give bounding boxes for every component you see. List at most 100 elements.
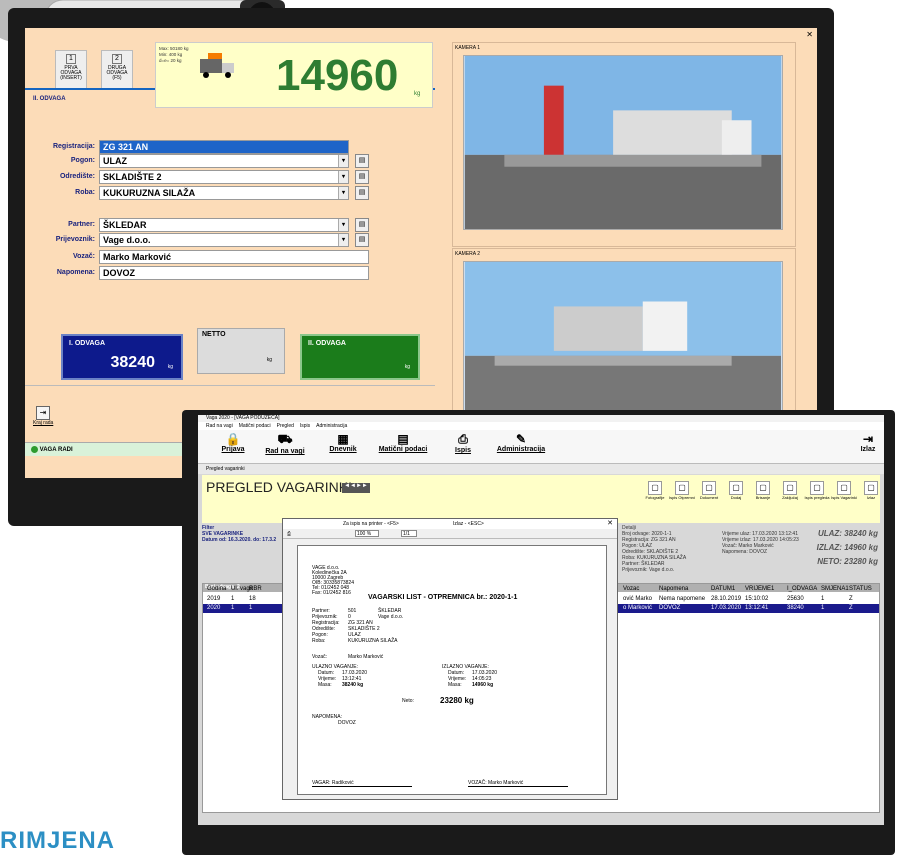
divider bbox=[25, 385, 435, 386]
detail-mid: Vrijeme ulaz: 17.03.2020 13:12:41 Vrijeme… bbox=[722, 531, 799, 555]
dropdown-arrow-icon[interactable]: ▾ bbox=[338, 187, 348, 199]
toolbar-button[interactable]: ▦ Dnevnik bbox=[318, 432, 368, 462]
kraj-rada-button[interactable]: ⇥ Kraj rada bbox=[33, 406, 53, 436]
tool-button[interactable]: ▢Ispis Otpremnica bbox=[669, 481, 695, 509]
detail-line: Napomena: DOVOZ bbox=[722, 549, 768, 555]
lookup-icon[interactable]: ▤ bbox=[355, 233, 369, 247]
lookup-icon[interactable]: ▤ bbox=[355, 154, 369, 168]
field-input[interactable]: ZG 321 AN bbox=[99, 140, 349, 154]
toolbar-button[interactable]: ✎ Administracija bbox=[496, 432, 546, 462]
toolbar-label: Matični podaci bbox=[378, 446, 428, 453]
table-cell: 1 bbox=[231, 596, 235, 602]
filter-info: Filter SVE VAGARINKE Datum od: 16.3.2020. … bbox=[202, 525, 277, 543]
lookup-icon[interactable]: ▤ bbox=[355, 170, 369, 184]
print-preview-window: Za ispis na printer - <F5> Izlaz - <ESC>… bbox=[282, 518, 618, 800]
page-input[interactable]: 1/1 bbox=[401, 530, 417, 537]
toolbar-icon: ▦ bbox=[337, 432, 349, 446]
dropdown-arrow-icon[interactable]: ▾ bbox=[338, 219, 348, 231]
column-header[interactable]: STATUS bbox=[849, 586, 872, 592]
toolbar-label: Dnevnik bbox=[329, 446, 357, 453]
menu-item[interactable]: Pregled bbox=[277, 423, 294, 429]
field-label: Pogon: bbox=[70, 157, 95, 164]
tool-button[interactable]: ▢ Fotografije bbox=[642, 481, 668, 509]
first-weigh-button[interactable]: 1 PRVA ODVAGA (INSERT) bbox=[55, 50, 87, 90]
table-cell: 1 bbox=[821, 596, 825, 602]
field-label: Napomena: bbox=[56, 269, 95, 276]
field-value: ZG 321 AN bbox=[103, 142, 149, 152]
tool-button[interactable]: ▢ Dodaj bbox=[723, 481, 749, 509]
column-header[interactable]: RBR bbox=[249, 586, 262, 592]
table-cell: 25630 bbox=[787, 596, 804, 602]
tool-icon: ▢ bbox=[864, 481, 878, 495]
field-input[interactable]: Vage d.o.o. ▾ bbox=[99, 233, 349, 247]
toolbar-label: Ispis bbox=[455, 447, 471, 454]
tool-label: Brisanje bbox=[755, 495, 771, 500]
tool-button[interactable]: ▢ Izlaz bbox=[858, 481, 884, 509]
close-icon[interactable]: ✕ bbox=[806, 30, 813, 39]
close-icon[interactable]: ✕ bbox=[607, 519, 613, 527]
info-cell: Roba: bbox=[312, 638, 326, 644]
toolbar-label: Administracija bbox=[496, 446, 546, 453]
table-cell: 15:10:02 bbox=[745, 596, 769, 602]
column-header[interactable]: DATUM1 bbox=[711, 586, 735, 592]
info-cell: Vage d.o.o. bbox=[378, 614, 404, 620]
field-input[interactable]: SKLADIŠTE 2 ▾ bbox=[99, 170, 349, 184]
menu-item[interactable]: Rad na vagi bbox=[206, 423, 233, 429]
tool-icon: ▢ bbox=[702, 481, 716, 495]
dropdown-arrow-icon[interactable]: ▾ bbox=[338, 155, 348, 167]
camera-2-image bbox=[463, 261, 783, 421]
netto-total: NETTO kg bbox=[197, 328, 285, 374]
menu-item[interactable]: Ispis bbox=[300, 423, 310, 429]
zoom-select[interactable]: 100 % bbox=[355, 530, 379, 537]
column-header[interactable]: SMJENA1 bbox=[821, 586, 849, 592]
button-number: 2 bbox=[112, 54, 122, 64]
menu-item[interactable]: Matični podaci bbox=[239, 423, 271, 429]
field-input[interactable]: ULAZ ▾ bbox=[99, 154, 349, 168]
column-header[interactable]: Napomena bbox=[659, 586, 688, 592]
tool-button[interactable]: ▢ Ispis Vagarinki bbox=[831, 481, 857, 509]
dropdown-arrow-icon[interactable]: ▾ bbox=[338, 171, 348, 183]
field-label: Registracija: bbox=[52, 143, 95, 150]
window-title: Za ispis na printer - <F5> bbox=[343, 521, 399, 527]
toolbar-button[interactable]: ⎙ Ispis bbox=[438, 432, 488, 462]
toolbar-button[interactable]: ⛟ Rad na vagi bbox=[260, 432, 310, 462]
tool-label: Izlaz bbox=[866, 495, 876, 500]
field-input[interactable]: Marko Marković bbox=[99, 250, 369, 264]
column-header[interactable]: VRIJEME1 bbox=[745, 586, 774, 592]
print-icon[interactable]: ⎙ bbox=[287, 531, 291, 537]
column-header[interactable]: I_ODVAGA bbox=[787, 586, 817, 592]
tool-button[interactable]: ▢ Brisanje bbox=[750, 481, 776, 509]
second-weigh-total: II. ODVAGA kg bbox=[300, 334, 420, 380]
table-cell: 28.10.2019 bbox=[711, 596, 742, 602]
page-title: PREGLED VAGARINKI bbox=[206, 479, 353, 495]
child-window-title: Pregled vagarinki bbox=[198, 464, 884, 474]
izlaz-button[interactable]: ⇥ Izlaz bbox=[858, 432, 878, 462]
close-hint: Izlaz - <ESC> bbox=[453, 521, 484, 527]
tool-button[interactable]: ▢ Zaključaj bbox=[777, 481, 803, 509]
table-cell: 18 bbox=[249, 596, 256, 602]
tool-label: Dokument bbox=[699, 495, 719, 500]
toolbar-button[interactable]: ▤ Matični podaci bbox=[378, 432, 428, 462]
second-weigh-button[interactable]: 2 DRUGA ODVAGA (F5) bbox=[101, 50, 133, 90]
toolbar-button[interactable]: 🔒 Prijava bbox=[208, 432, 258, 462]
button-label: PRVA ODVAGA (INSERT) bbox=[60, 65, 82, 81]
field-input[interactable]: DOVOZ bbox=[99, 266, 369, 280]
weight-unit: kg bbox=[414, 91, 421, 97]
column-header[interactable]: Vozac bbox=[623, 586, 639, 592]
lookup-icon[interactable]: ▤ bbox=[355, 186, 369, 200]
table-cell: 13:12:41 bbox=[745, 605, 769, 611]
field-input[interactable]: ŠKLEDAR ▾ bbox=[99, 218, 349, 232]
detail-neto: NETO: 23280 kg bbox=[817, 557, 878, 566]
tool-button[interactable]: ▢ Ispis pregleda bbox=[804, 481, 830, 509]
detail-panel: Detalji Broj odvage: 2020-1-1 Registracija… bbox=[622, 525, 882, 585]
toolbar-label: Prijava bbox=[221, 446, 245, 453]
dropdown-arrow-icon[interactable]: ▾ bbox=[338, 234, 348, 246]
lookup-icon[interactable]: ▤ bbox=[355, 218, 369, 232]
tool-button[interactable]: ▢ Dokument bbox=[696, 481, 722, 509]
field-value: KUKURUZNA SILAŽA bbox=[103, 188, 196, 198]
menu-item[interactable]: Administracija bbox=[316, 423, 347, 429]
nav-arrows[interactable]: ◄◄►► bbox=[342, 483, 370, 493]
field-value: Marko Marković bbox=[103, 252, 172, 262]
field-input[interactable]: KUKURUZNA SILAŽA ▾ bbox=[99, 186, 349, 200]
column-header[interactable]: Godina bbox=[207, 586, 226, 592]
